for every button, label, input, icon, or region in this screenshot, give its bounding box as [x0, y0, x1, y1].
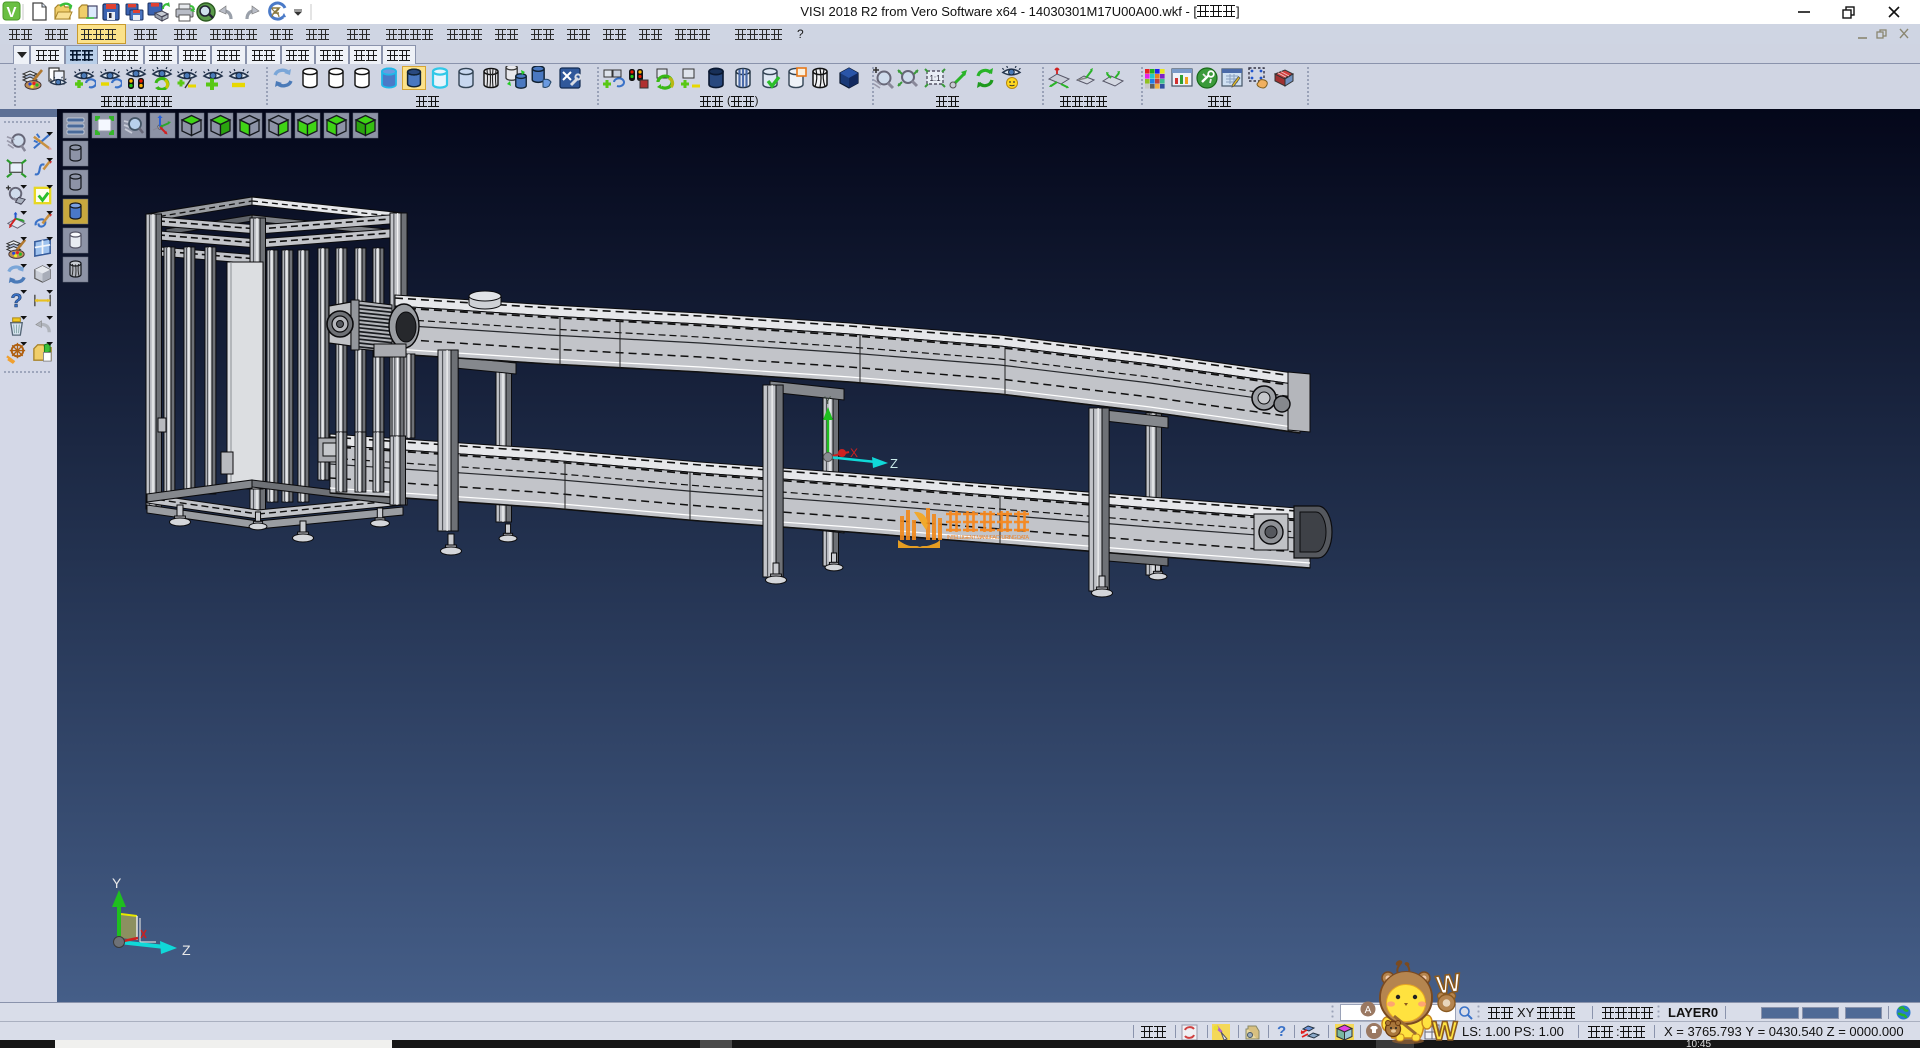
svg-text:Z: Z [890, 456, 898, 471]
svg-text:INTELLIGENT MANUFACTURING DATA: INTELLIGENT MANUFACTURING DATA [947, 535, 1029, 541]
svg-text:?: ? [11, 291, 23, 312]
svg-text:Y: Y [824, 395, 832, 407]
svg-text:Y: Y [112, 875, 122, 891]
svg-text:W: W [1432, 1016, 1458, 1046]
svg-text:Z: Z [182, 942, 191, 958]
svg-text:X: X [850, 446, 858, 460]
svg-text:V: V [6, 4, 16, 21]
svg-text:1:1: 1:1 [929, 74, 941, 83]
svg-text:A: A [1365, 1005, 1372, 1016]
